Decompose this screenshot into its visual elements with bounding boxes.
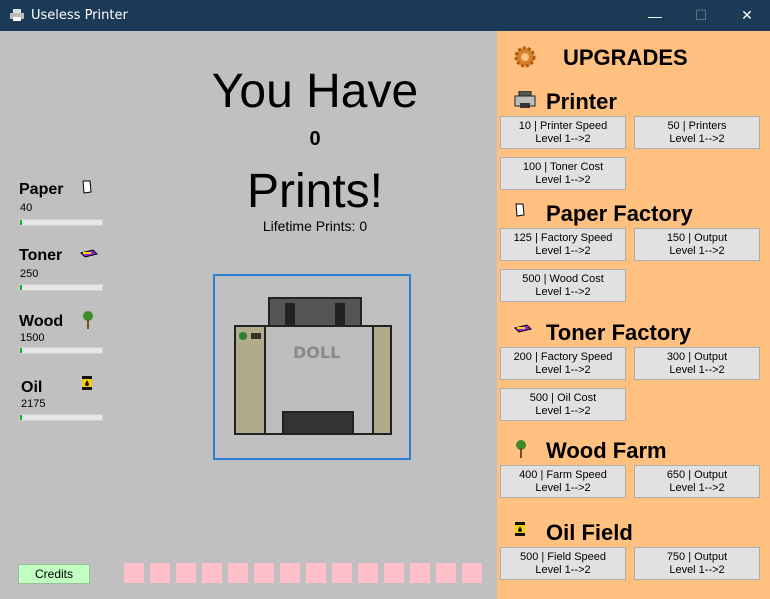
printer-slot bbox=[150, 563, 170, 583]
tree-icon bbox=[514, 440, 528, 463]
upgrade-button[interactable]: 200 | Factory Speed Level 1-->2 bbox=[500, 347, 626, 380]
printer-slot bbox=[254, 563, 274, 583]
upgrade-button[interactable]: 50 | Printers Level 1-->2 bbox=[634, 116, 760, 149]
upgrade-button[interactable]: 150 | Output Level 1-->2 bbox=[634, 228, 760, 261]
printer-slot bbox=[176, 563, 196, 583]
upgrade-button[interactable]: 500 | Oil Cost Level 1-->2 bbox=[500, 388, 626, 421]
gear-icon bbox=[514, 46, 536, 68]
printer-slot bbox=[384, 563, 404, 583]
upgrade-button[interactable]: 100 | Toner Cost Level 1-->2 bbox=[500, 157, 626, 190]
upgrade-cost-label: 100 | Toner Cost bbox=[522, 161, 604, 173]
oil-progress-bar bbox=[19, 414, 103, 421]
maximize-icon: ☐ bbox=[694, 7, 708, 23]
resource-value-toner: 250 bbox=[20, 268, 39, 280]
printer-slot bbox=[306, 563, 326, 583]
upgrade-cost-label: 750 | Output bbox=[666, 551, 728, 563]
printer-slot bbox=[332, 563, 352, 583]
upgrade-cost-label: 500 | Wood Cost bbox=[522, 273, 604, 285]
upgrade-level-label: Level 1-->2 bbox=[669, 245, 725, 257]
printer-icon bbox=[514, 90, 536, 114]
upgrade-level-label: Level 1-->2 bbox=[535, 174, 591, 186]
credits-button[interactable]: Credits bbox=[18, 564, 90, 584]
minimize-button[interactable]: — bbox=[632, 0, 678, 31]
printer-slot bbox=[462, 563, 482, 583]
upgrade-cost-label: 125 | Factory Speed bbox=[513, 232, 613, 244]
upgrade-level-label: Level 1-->2 bbox=[669, 482, 725, 494]
paper-icon bbox=[82, 180, 92, 194]
printer-brand: DOLL bbox=[293, 343, 340, 362]
minimize-icon: — bbox=[648, 7, 662, 24]
upgrade-level-label: Level 1-->2 bbox=[669, 364, 725, 376]
printer-slot bbox=[410, 563, 430, 583]
upgrade-button[interactable]: 500 | Wood Cost Level 1-->2 bbox=[500, 269, 626, 302]
upgrade-button[interactable]: 300 | Output Level 1-->2 bbox=[634, 347, 760, 380]
resource-value-oil: 2175 bbox=[21, 398, 46, 410]
wood-progress-bar bbox=[19, 347, 103, 354]
toner-icon bbox=[514, 322, 532, 340]
window-title: Useless Printer bbox=[31, 8, 128, 23]
close-button[interactable]: ✕ bbox=[724, 0, 770, 31]
printer-button[interactable]: DOLL bbox=[213, 274, 411, 460]
toner-progress-fill bbox=[20, 285, 22, 290]
upgrade-level-label: Level 1-->2 bbox=[535, 286, 591, 298]
app-window: Useless Printer — ☐ ✕ You Have 0 Prints!… bbox=[0, 0, 770, 599]
upgrade-cost-label: 10 | Printer Speed bbox=[518, 120, 608, 132]
close-icon: ✕ bbox=[741, 7, 753, 23]
upgrade-level-label: Level 1-->2 bbox=[535, 405, 591, 417]
upgrade-cost-label: 50 | Printers bbox=[667, 120, 727, 132]
upgrade-button[interactable]: 400 | Farm Speed Level 1-->2 bbox=[500, 465, 626, 498]
resource-name-wood: Wood bbox=[19, 313, 64, 330]
paper-icon bbox=[514, 203, 526, 222]
oil-barrel-icon bbox=[514, 522, 526, 541]
upgrade-level-label: Level 1-->2 bbox=[669, 564, 725, 576]
section-title: Oil Field bbox=[546, 520, 633, 545]
resource-value-paper: 40 bbox=[20, 202, 33, 214]
printer-illustration: DOLL bbox=[234, 297, 392, 435]
upgrade-button[interactable]: 500 | Field Speed Level 1-->2 bbox=[500, 547, 626, 580]
toner-icon bbox=[80, 249, 98, 258]
upgrade-level-label: Level 1-->2 bbox=[535, 564, 591, 576]
upgrade-cost-label: 300 | Output bbox=[666, 351, 728, 363]
resource-name-paper: Paper bbox=[19, 181, 64, 198]
upgrade-cost-label: 150 | Output bbox=[666, 232, 728, 244]
printer-slot bbox=[436, 563, 456, 583]
printer-slot bbox=[228, 563, 248, 583]
upgrade-cost-label: 500 | Oil Cost bbox=[529, 392, 597, 404]
upgrade-cost-label: 400 | Farm Speed bbox=[519, 469, 607, 481]
upgrade-button[interactable]: 125 | Factory Speed Level 1-->2 bbox=[500, 228, 626, 261]
paper-progress-bar bbox=[19, 219, 103, 226]
section-title: Toner Factory bbox=[546, 320, 692, 345]
upgrade-cost-label: 200 | Factory Speed bbox=[513, 351, 613, 363]
resource-name-oil: Oil bbox=[21, 379, 43, 396]
resource-name-toner: Toner bbox=[19, 247, 63, 264]
oil-progress-fill bbox=[20, 415, 22, 420]
upgrade-level-label: Level 1-->2 bbox=[535, 133, 591, 145]
printer-app-icon bbox=[10, 9, 24, 21]
upgrade-cost-label: 500 | Field Speed bbox=[519, 551, 607, 563]
printer-slot bbox=[202, 563, 222, 583]
upgrade-level-label: Level 1-->2 bbox=[535, 482, 591, 494]
upgrade-button[interactable]: 650 | Output Level 1-->2 bbox=[634, 465, 760, 498]
printer-slot bbox=[124, 563, 144, 583]
printer-slot bbox=[358, 563, 378, 583]
oil-barrel-icon bbox=[82, 376, 92, 390]
upgrade-cost-label: 650 | Output bbox=[666, 469, 728, 481]
title-bar: Useless Printer — ☐ ✕ bbox=[0, 0, 770, 31]
upgrade-button[interactable]: 750 | Output Level 1-->2 bbox=[634, 547, 760, 580]
section-title: Printer bbox=[546, 89, 617, 114]
upgrade-level-label: Level 1-->2 bbox=[669, 133, 725, 145]
tree-icon bbox=[83, 311, 93, 329]
maximize-button[interactable]: ☐ bbox=[678, 0, 724, 31]
upgrade-button[interactable]: 10 | Printer Speed Level 1-->2 bbox=[500, 116, 626, 149]
toner-progress-bar bbox=[19, 284, 103, 291]
paper-progress-fill bbox=[20, 220, 22, 225]
section-title: Wood Farm bbox=[546, 438, 667, 463]
upgrades-title: UPGRADES bbox=[563, 45, 688, 70]
upgrade-level-label: Level 1-->2 bbox=[535, 364, 591, 376]
resource-value-wood: 1500 bbox=[20, 332, 45, 344]
upgrade-level-label: Level 1-->2 bbox=[535, 245, 591, 257]
section-title: Paper Factory bbox=[546, 201, 693, 226]
wood-progress-fill bbox=[20, 348, 22, 353]
printer-slot bbox=[280, 563, 300, 583]
